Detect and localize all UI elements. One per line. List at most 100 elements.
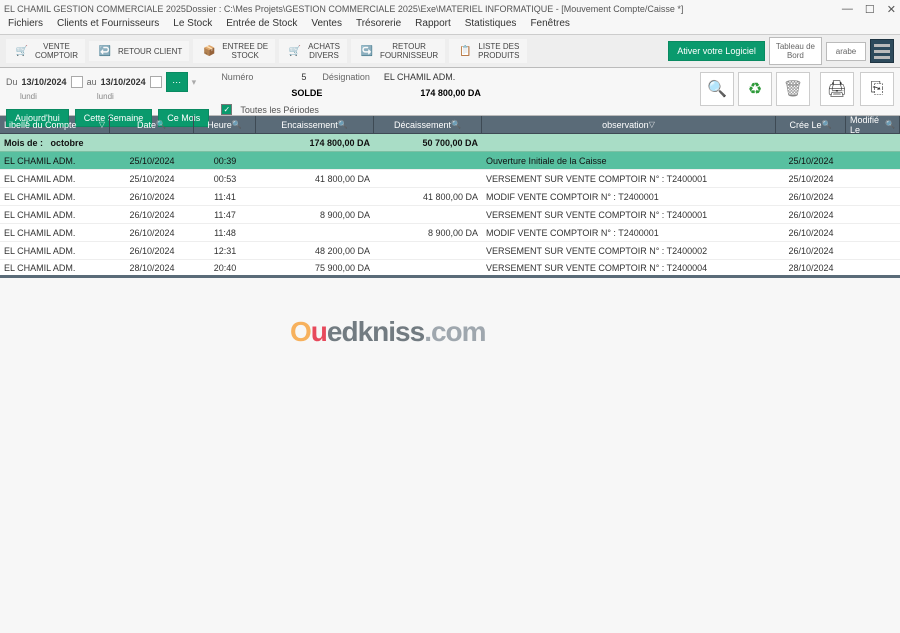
- table-row[interactable]: EL CHAMIL ADM.26/10/202412:3148 200,00 D…: [0, 242, 900, 260]
- cell-heure: 20:40: [194, 260, 256, 275]
- recycle-button[interactable]: ♻: [738, 72, 772, 106]
- col-cree-le[interactable]: Crée Le🔍: [776, 116, 846, 133]
- cell-observation: MODIF VENTE COMPTOIR N° : T2400001: [482, 188, 776, 205]
- arabe-button[interactable]: arabe: [826, 42, 866, 61]
- col-heure[interactable]: Heure🔍: [194, 116, 256, 133]
- cell-decaissement: [374, 206, 482, 223]
- calendar-icon[interactable]: [71, 76, 83, 88]
- cell-observation: VERSEMENT SUR VENTE COMPTOIR N° : T24000…: [482, 260, 776, 275]
- main-toolbar: 🛒VENTE COMPTOIR ↩️RETOUR CLIENT 📦ENTREE …: [0, 34, 900, 68]
- cell-encaissement: [256, 152, 374, 169]
- vente-comptoir-button[interactable]: 🛒VENTE COMPTOIR: [6, 39, 85, 63]
- col-decaissement[interactable]: Décaissement🔍: [374, 116, 482, 133]
- cell-modifie: [846, 170, 900, 187]
- cell-modifie: [846, 152, 900, 169]
- table-row[interactable]: EL CHAMIL ADM.26/10/202411:4141 800,00 D…: [0, 188, 900, 206]
- search-button[interactable]: 🔍: [700, 72, 734, 106]
- cell-compte: EL CHAMIL ADM.: [0, 242, 110, 259]
- search-icon[interactable]: 🔍: [885, 120, 895, 129]
- exit-button[interactable]: ⎘: [860, 72, 894, 106]
- cell-compte: EL CHAMIL ADM.: [0, 260, 110, 275]
- activer-logiciel-button[interactable]: Ativer votre Logiciel: [668, 41, 765, 61]
- menu-ventes[interactable]: Ventes: [311, 18, 342, 34]
- printer-icon: 🖨: [827, 79, 847, 99]
- search-icon[interactable]: 🔍: [822, 120, 832, 129]
- table-row[interactable]: EL CHAMIL ADM. 25/10/2024 00:5341 800,00 D…: [0, 170, 900, 188]
- cell-encaissement: 8 900,00 DA: [256, 206, 374, 223]
- cell-observation: VERSEMENT SUR VENTE COMPTOIR N° : T24000…: [482, 242, 776, 259]
- date-more-button[interactable]: ⋯: [166, 72, 188, 92]
- maximize-button[interactable]: ☐: [865, 3, 875, 16]
- summary-row: Mois de : octobre 174 800,00 DA 50 700,0…: [0, 134, 900, 152]
- cell-cree: 25/10/2024: [776, 170, 846, 187]
- achats-divers-button[interactable]: 🛒ACHATS DIVERS: [279, 39, 347, 63]
- minimize-button[interactable]: —: [842, 3, 853, 16]
- title-bar: EL CHAMIL GESTION COMMERCIALE 2025Dossie…: [0, 0, 900, 18]
- tableau-bord-button[interactable]: Tableau de Bord: [769, 37, 822, 65]
- search-icon[interactable]: 🔍: [156, 120, 166, 129]
- cell-compte: EL CHAMIL ADM.: [0, 170, 110, 187]
- menu-rapport[interactable]: Rapport: [415, 18, 451, 34]
- cell-heure: 00:53: [194, 170, 256, 187]
- table-row[interactable]: EL CHAMIL ADM.28/10/202420:4075 900,00 D…: [0, 260, 900, 278]
- table-row[interactable]: EL CHAMIL ADM.25/10/202400:39Ouverture I…: [0, 152, 900, 170]
- menu-stock[interactable]: Le Stock: [173, 18, 212, 34]
- menu-entree-stock[interactable]: Entrée de Stock: [226, 18, 297, 34]
- col-modifie-le[interactable]: Modifié Le🔍: [846, 116, 900, 133]
- au-date[interactable]: 13/10/2024: [101, 77, 146, 87]
- menu-fichiers[interactable]: Fichiers: [8, 18, 43, 34]
- au-day: lundi: [97, 92, 114, 101]
- col-encaissement[interactable]: Encaissement🔍: [256, 116, 374, 133]
- liste-produits-button[interactable]: 📋LISTE DES PRODUITS: [449, 39, 526, 63]
- cell-observation: Ouverture Initiale de la Caisse: [482, 152, 776, 169]
- col-date[interactable]: Date🔍: [110, 116, 194, 133]
- filter-bar: Du 13/10/2024 au 13/10/2024 ⋯ ▾ lundi lu…: [0, 68, 900, 116]
- dec-total: 50 700,00 DA: [422, 138, 478, 148]
- search-icon[interactable]: 🔍: [451, 120, 461, 129]
- du-label: Du: [6, 77, 18, 87]
- search-icon[interactable]: 🔍: [232, 120, 242, 129]
- menu-clients-fournisseurs[interactable]: Clients et Fournisseurs: [57, 18, 159, 34]
- cell-heure: 11:47: [194, 206, 256, 223]
- search-icon[interactable]: 🔍: [338, 120, 348, 129]
- filter-icon[interactable]: ▽: [649, 120, 655, 129]
- du-date[interactable]: 13/10/2024: [22, 77, 67, 87]
- cell-date: 26/10/2024: [110, 188, 194, 205]
- au-label: au: [87, 77, 97, 87]
- numero-label: Numéro: [221, 72, 253, 82]
- toutes-periodes-label: Toutes les Périodes: [240, 105, 319, 115]
- cell-cree: 28/10/2024: [776, 260, 846, 275]
- menu-statistiques[interactable]: Statistiques: [465, 18, 517, 34]
- delete-button[interactable]: 🗑: [776, 72, 810, 106]
- cell-modifie: [846, 242, 900, 259]
- cell-encaissement: 41 800,00 DA: [256, 170, 374, 187]
- cell-decaissement: 8 900,00 DA: [374, 224, 482, 241]
- close-button[interactable]: ✕: [887, 3, 896, 16]
- menu-fenetres[interactable]: Fenêtres: [530, 18, 569, 34]
- designation-value: EL CHAMIL ADM.: [384, 72, 455, 82]
- cell-heure: 11:48: [194, 224, 256, 241]
- print-button[interactable]: 🖨: [820, 72, 854, 106]
- retour-client-button[interactable]: ↩️RETOUR CLIENT: [89, 41, 189, 61]
- cart-icon: 🛒: [286, 44, 304, 58]
- cell-modifie: [846, 188, 900, 205]
- filter-icon[interactable]: ▽: [99, 120, 105, 129]
- cell-decaissement: [374, 260, 482, 275]
- col-libelle-compte[interactable]: Libellé du Compte▽: [0, 116, 110, 133]
- cell-compte: EL CHAMIL ADM.: [0, 152, 110, 169]
- mois-value: octobre: [51, 138, 84, 148]
- toutes-periodes-checkbox[interactable]: ✓: [221, 104, 232, 115]
- mois-label: Mois de :: [4, 138, 43, 148]
- calendar-icon[interactable]: [150, 76, 162, 88]
- cell-cree: 26/10/2024: [776, 224, 846, 241]
- window-title: EL CHAMIL GESTION COMMERCIALE 2025Dossie…: [4, 4, 683, 14]
- retour-fournisseur-button[interactable]: ↪️RETOUR FOURNISSEUR: [351, 39, 445, 63]
- burger-menu-button[interactable]: [870, 39, 894, 63]
- col-observation[interactable]: observation▽: [482, 116, 776, 133]
- search-icon: 🔍: [707, 79, 727, 99]
- menu-tresorerie[interactable]: Trésorerie: [356, 18, 401, 34]
- entree-stock-button[interactable]: 📦ENTREE DE STOCK: [193, 39, 275, 63]
- table-row[interactable]: EL CHAMIL ADM.26/10/202411:488 900,00 DA…: [0, 224, 900, 242]
- cell-cree: 26/10/2024: [776, 206, 846, 223]
- table-row[interactable]: EL CHAMIL ADM.26/10/202411:478 900,00 DA…: [0, 206, 900, 224]
